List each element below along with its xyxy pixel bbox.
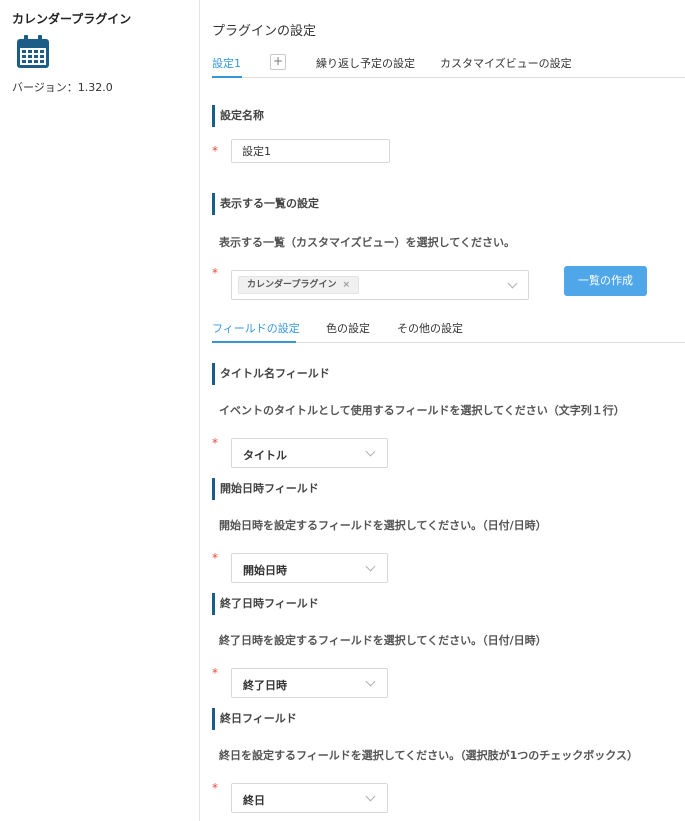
tab-customize-view[interactable]: カスタマイズビューの設定 (440, 55, 572, 71)
chevron-down-icon (365, 676, 376, 687)
required-mark: * (212, 436, 218, 450)
selected-view-chip: カレンダープラグイン × (238, 276, 360, 294)
active-tab-indicator (212, 76, 242, 78)
tab-setting-1[interactable]: 設定1 (212, 55, 241, 71)
required-mark: * (212, 666, 218, 680)
setting-name-input[interactable] (231, 139, 390, 163)
sidebar: カレンダープラグイン バージョン：1.32.0 (0, 0, 200, 821)
required-mark: * (212, 781, 218, 795)
view-select[interactable]: カレンダープラグイン × (231, 270, 529, 300)
allday-field-heading: 終日フィールド (212, 708, 297, 730)
active-tab-indicator (212, 341, 296, 343)
end-field-heading: 終了日時フィールド (212, 593, 319, 615)
setting-name-heading: 設定名称 (212, 105, 264, 127)
title-field-description: イベントのタイトルとして使用するフィールドを選択してください（文字列１行） (219, 404, 625, 417)
start-field-description: 開始日時を設定するフィールドを選択してください。（日付/日時） (219, 519, 547, 532)
required-mark: * (212, 144, 218, 158)
title-field-heading: タイトル名フィールド (212, 363, 330, 385)
create-view-button[interactable]: 一覧の作成 (564, 266, 647, 296)
end-field-description: 終了日時を設定するフィールドを選択してください。（日付/日時） (219, 634, 547, 647)
remove-chip-icon[interactable]: × (342, 280, 350, 290)
start-field-value: 開始日時 (243, 564, 287, 577)
settings-panel: プラグインの設定 設定1 + 繰り返し予定の設定 カスタマイズビューの設定 設定… (212, 0, 685, 821)
allday-field-description: 終日を設定するフィールドを選択してください。（選択肢が1つのチェックボックス） (219, 749, 638, 762)
list-setting-description: 表示する一覧（カスタマイズビュー）を選択してください。 (219, 236, 516, 249)
chevron-down-icon (365, 561, 376, 572)
required-mark: * (212, 551, 218, 565)
tab-color-settings[interactable]: 色の設定 (326, 320, 370, 336)
settings-tabs: 設定1 + 繰り返し予定の設定 カスタマイズビューの設定 (212, 50, 685, 78)
chevron-down-icon (507, 278, 518, 289)
chip-label: カレンダープラグイン (247, 280, 337, 290)
list-setting-heading: 表示する一覧の設定 (212, 193, 319, 215)
start-field-heading: 開始日時フィールド (212, 478, 319, 500)
allday-field-select[interactable]: 終日 (231, 783, 388, 813)
end-field-select[interactable]: 終了日時 (231, 668, 388, 698)
title-field-select[interactable]: タイトル (231, 438, 388, 468)
chevron-down-icon (365, 446, 376, 457)
start-field-select[interactable]: 開始日時 (231, 553, 388, 583)
tab-recurring-events[interactable]: 繰り返し予定の設定 (316, 55, 415, 71)
plugin-name: カレンダープラグイン (12, 12, 132, 26)
config-tabs: フィールドの設定 色の設定 その他の設定 (212, 315, 685, 343)
chevron-down-icon (365, 791, 376, 802)
allday-field-value: 終日 (243, 794, 265, 807)
version-text: バージョン：1.32.0 (12, 81, 113, 94)
tab-other-settings[interactable]: その他の設定 (397, 320, 463, 336)
required-mark: * (212, 266, 218, 280)
title-field-value: タイトル (243, 449, 287, 462)
tab-field-settings[interactable]: フィールドの設定 (212, 320, 300, 336)
page-title: プラグインの設定 (212, 24, 317, 39)
add-setting-button[interactable]: + (270, 54, 286, 70)
end-field-value: 終了日時 (243, 679, 287, 692)
calendar-icon (17, 35, 49, 68)
